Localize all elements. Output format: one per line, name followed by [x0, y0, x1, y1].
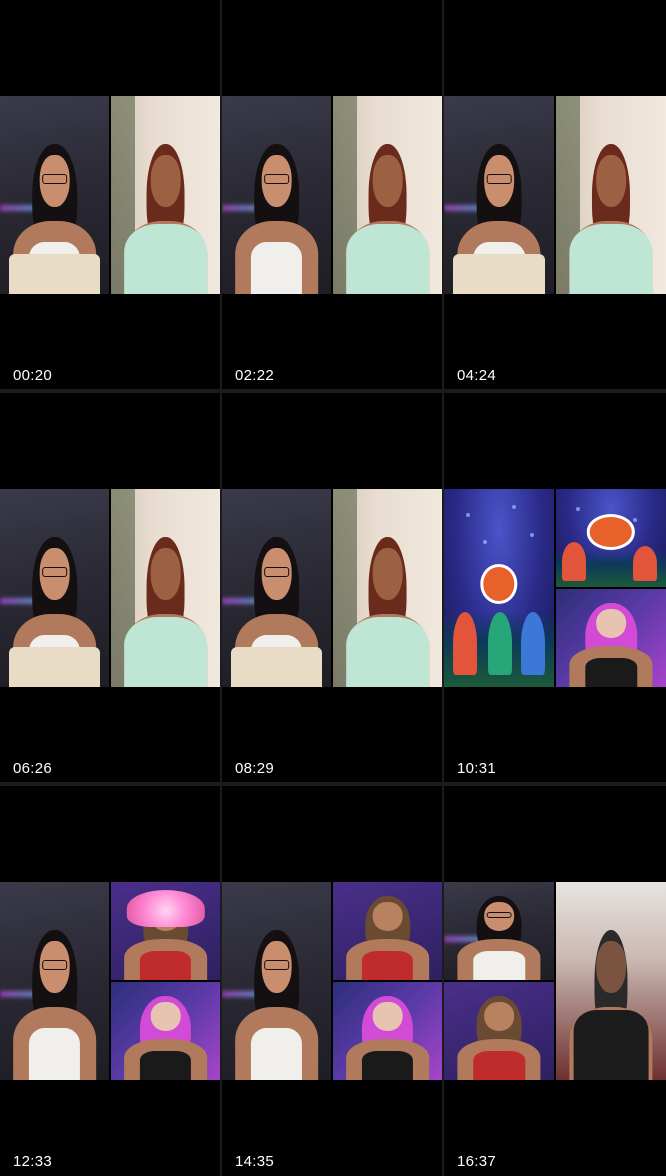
- video-frame: [444, 882, 666, 1080]
- thumbnail-0222[interactable]: 02:22: [222, 0, 442, 389]
- video-frame: [222, 489, 442, 687]
- left-participant: [222, 882, 331, 1080]
- bottom-participant: [111, 982, 220, 1080]
- person-figure: [235, 906, 318, 1080]
- person-figure: [457, 982, 541, 1080]
- glasses-icon: [486, 173, 512, 185]
- right-participant: [111, 489, 220, 687]
- person-figure: [346, 982, 429, 1080]
- glasses-icon: [264, 173, 289, 185]
- person-figure: [124, 120, 207, 294]
- timestamp: 04:24: [457, 367, 497, 384]
- thumbnail-0020[interactable]: 00:20: [0, 0, 220, 389]
- thumbnail-1233[interactable]: 12:33: [0, 786, 220, 1176]
- person-figure: [13, 906, 96, 1080]
- right-participants: [556, 489, 666, 687]
- video-frame: [222, 882, 442, 1080]
- glasses-icon: [264, 566, 289, 578]
- left-participant: [222, 489, 331, 687]
- timestamp: 14:35: [235, 1153, 275, 1170]
- glasses-icon: [42, 566, 67, 578]
- thumbnail-0626[interactable]: 06:26: [0, 393, 220, 782]
- video-frame: [0, 96, 220, 294]
- right-participant: [111, 96, 220, 294]
- person-figure: [346, 513, 429, 687]
- thumbnail-1435[interactable]: 14:35: [222, 786, 442, 1176]
- top-participant: [556, 489, 666, 587]
- fish-filter: [480, 564, 518, 604]
- pillow: [8, 647, 101, 687]
- right-participants: [111, 882, 220, 1080]
- top-participant: [444, 882, 554, 980]
- person-figure: [569, 120, 653, 294]
- pillow: [452, 254, 546, 294]
- left-participant: [0, 882, 109, 1080]
- left-participant: [0, 96, 109, 294]
- video-frame: [444, 96, 666, 294]
- video-frame: [0, 882, 220, 1080]
- right-participants: [333, 882, 442, 1080]
- video-frame: [0, 489, 220, 687]
- right-participant: [333, 489, 442, 687]
- left-participant: [222, 96, 331, 294]
- glasses-icon: [42, 173, 67, 185]
- timestamp: 16:37: [457, 1153, 497, 1170]
- glasses-icon: [264, 959, 289, 971]
- timestamp: 10:31: [457, 760, 497, 777]
- person-figure: [235, 120, 318, 294]
- pillow: [8, 254, 101, 294]
- left-participant: [444, 489, 554, 687]
- right-participant: [333, 96, 442, 294]
- video-thumbnail-grid: 00:20 02:22 04:24 06:26 08:29 10:31 12:3…: [0, 0, 666, 1176]
- person-figure: [457, 882, 541, 980]
- thumbnail-0424[interactable]: 04:24: [444, 0, 666, 389]
- person-figure: [569, 906, 653, 1080]
- video-frame: [222, 96, 442, 294]
- fish-filter: [586, 514, 636, 550]
- bottom-participant: [556, 589, 666, 687]
- thumbnail-1031[interactable]: 10:31: [444, 393, 666, 782]
- timestamp: 02:22: [235, 367, 275, 384]
- left-participants: [444, 882, 554, 1080]
- person-figure: [124, 513, 207, 687]
- pillow: [230, 647, 323, 687]
- right-participant: [556, 882, 666, 1080]
- glasses-icon: [42, 959, 67, 971]
- timestamp: 00:20: [13, 367, 53, 384]
- left-participant: [0, 489, 109, 687]
- person-figure: [569, 589, 653, 687]
- timestamp: 08:29: [235, 760, 275, 777]
- right-participant: [556, 96, 666, 294]
- timestamp: 12:33: [13, 1153, 53, 1170]
- thumbnail-1637[interactable]: 16:37: [444, 786, 666, 1176]
- video-frame: [444, 489, 666, 687]
- person-figure: [346, 882, 429, 980]
- top-participant: [111, 882, 220, 980]
- top-participant: [333, 882, 442, 980]
- bottom-participant: [444, 982, 554, 1080]
- left-participant: [444, 96, 554, 294]
- thumbnail-0829[interactable]: 08:29: [222, 393, 442, 782]
- glasses-icon: [486, 912, 512, 919]
- person-figure: [346, 120, 429, 294]
- mask-filter: [126, 889, 205, 928]
- person-figure: [124, 982, 207, 1080]
- timestamp: 06:26: [13, 760, 53, 777]
- bottom-participant: [333, 982, 442, 1080]
